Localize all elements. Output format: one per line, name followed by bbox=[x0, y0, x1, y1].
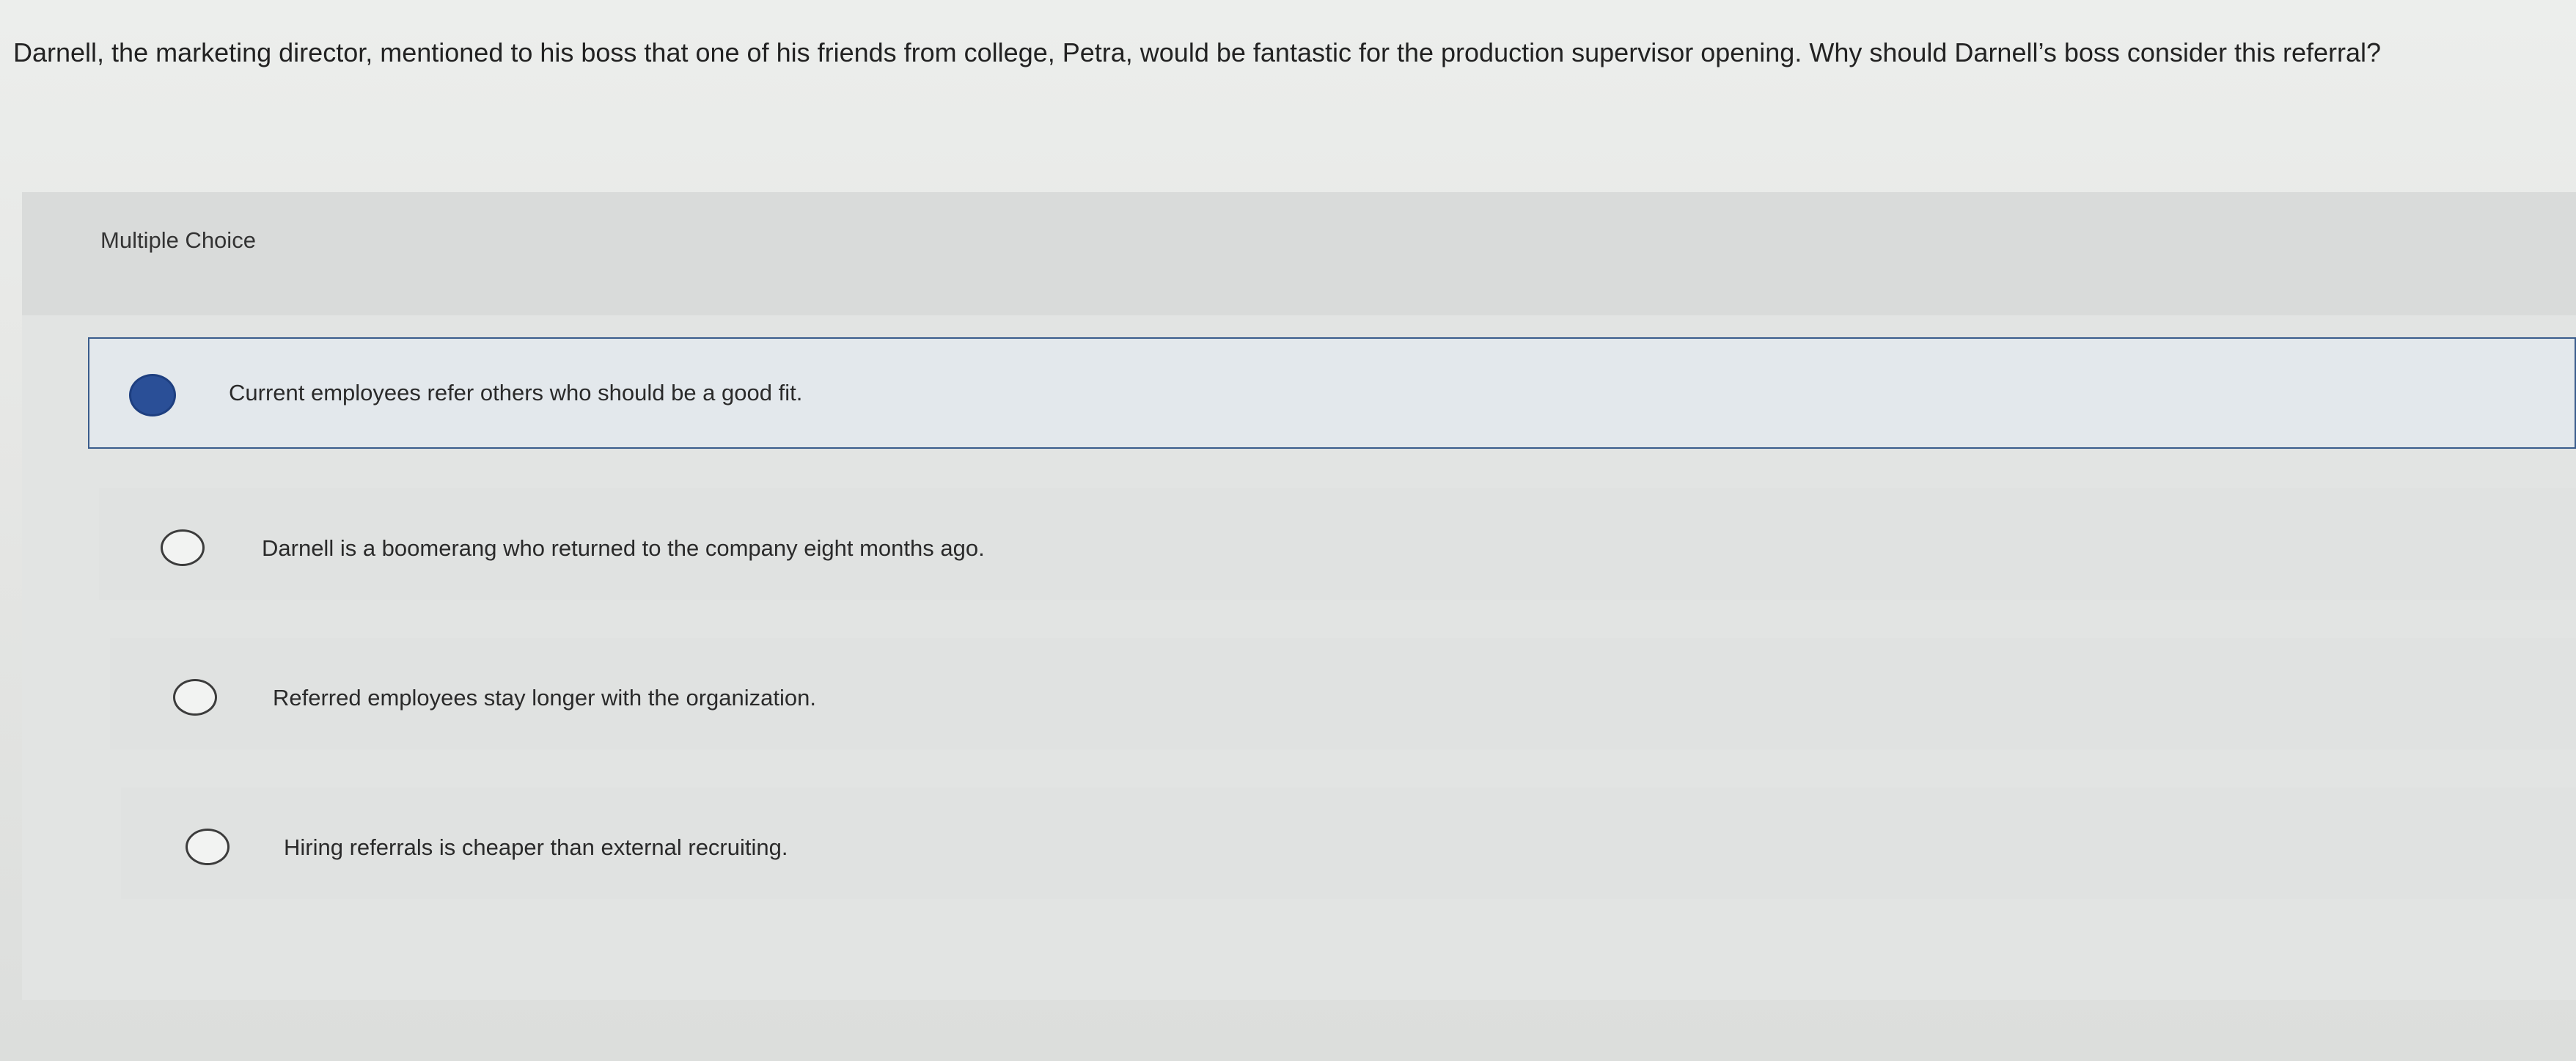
question-text: Darnell, the marketing director, mention… bbox=[13, 37, 2382, 67]
option-1[interactable]: Current employees refer others who shoul… bbox=[88, 337, 2576, 449]
panel-header: Multiple Choice bbox=[22, 192, 2576, 315]
radio-unselected-icon[interactable] bbox=[173, 679, 217, 716]
option-label: Hiring referrals is cheaper than externa… bbox=[284, 834, 788, 860]
option-2[interactable]: Darnell is a boomerang who returned to t… bbox=[99, 488, 2576, 600]
answer-panel: Multiple Choice Current employees refer … bbox=[22, 192, 2576, 1000]
radio-selected-icon[interactable] bbox=[129, 374, 176, 416]
question-type-label: Multiple Choice bbox=[100, 227, 256, 253]
option-label: Current employees refer others who shoul… bbox=[229, 380, 803, 405]
option-4[interactable]: Hiring referrals is cheaper than externa… bbox=[121, 788, 2576, 899]
option-3[interactable]: Referred employees stay longer with the … bbox=[110, 638, 2576, 749]
option-label: Referred employees stay longer with the … bbox=[273, 685, 816, 711]
options-list: Current employees refer others who shoul… bbox=[22, 315, 2576, 1000]
radio-unselected-icon[interactable] bbox=[186, 829, 230, 865]
option-label: Darnell is a boomerang who returned to t… bbox=[262, 535, 985, 561]
radio-unselected-icon[interactable] bbox=[161, 529, 205, 566]
quiz-page: Darnell, the marketing director, mention… bbox=[0, 0, 2576, 1061]
